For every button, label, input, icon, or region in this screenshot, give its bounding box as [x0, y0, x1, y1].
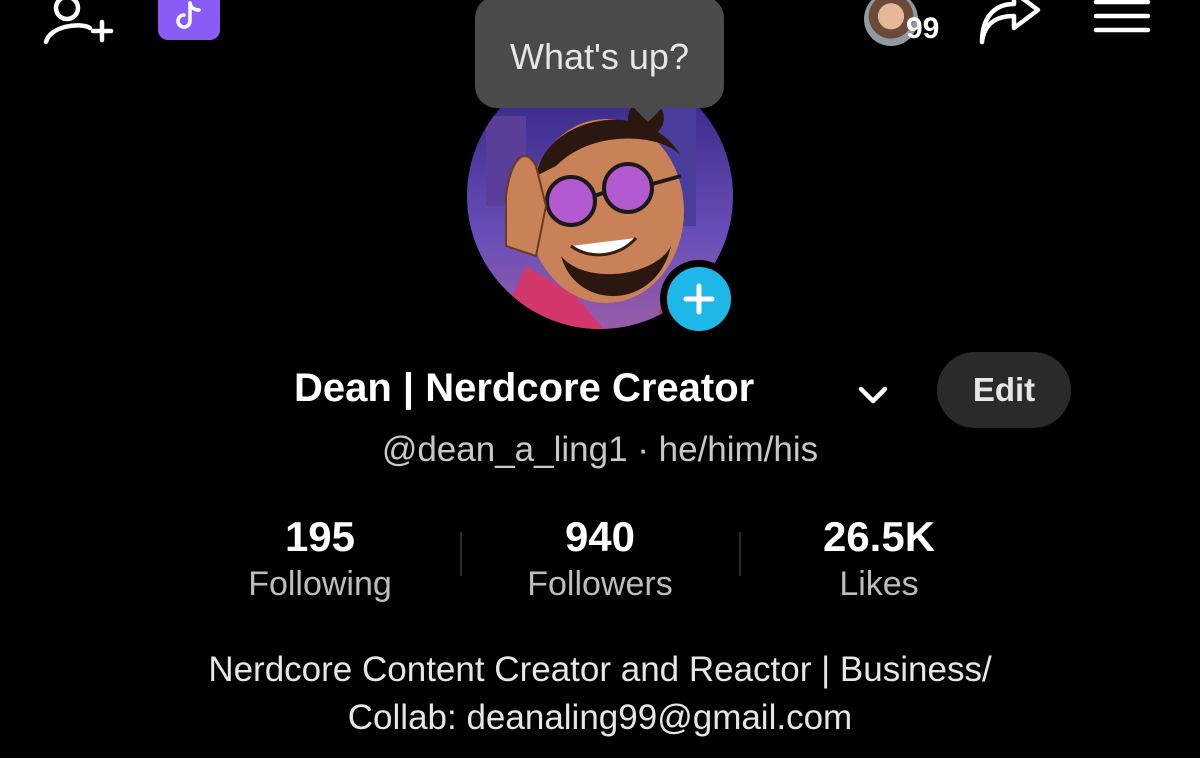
edit-profile-button[interactable]: Edit: [937, 352, 1071, 428]
chevron-down-icon[interactable]: [856, 378, 890, 412]
bio: Nerdcore Content Creator and Reactor | B…: [0, 646, 1200, 742]
menu-icon[interactable]: [1092, 0, 1152, 40]
add-story-button[interactable]: [660, 260, 738, 338]
notification-count-badge: 99: [906, 12, 940, 45]
status-tooltip[interactable]: What's up?: [475, 0, 724, 108]
stat-label: Likes: [839, 565, 919, 603]
username-pronouns: @dean_a_ling1 · he/him/his: [381, 430, 819, 469]
display-name[interactable]: Dean | Nerdcore Creator: [294, 366, 754, 411]
plus-icon: [683, 283, 715, 315]
add-friend-icon[interactable]: [40, 0, 120, 48]
bio-line: Nerdcore Content Creator and Reactor | B…: [208, 650, 992, 689]
stat-value: 940: [564, 513, 636, 560]
stat-value: 26.5K: [822, 513, 936, 560]
share-icon[interactable]: [972, 0, 1048, 52]
tiktok-badge-icon[interactable]: [158, 0, 220, 40]
stat-label: Followers: [527, 565, 673, 603]
stat-divider: [460, 532, 462, 576]
stat-followers[interactable]: 940 Followers: [470, 512, 730, 606]
stat-following[interactable]: 195 Following: [190, 512, 450, 606]
tooltip-tail: [630, 104, 666, 122]
stat-value: 195: [284, 513, 356, 560]
bio-line: Collab: deanaling99@gmail.com: [347, 698, 853, 737]
stat-divider: [739, 532, 741, 576]
stat-likes[interactable]: 26.5K Likes: [749, 512, 1009, 606]
stat-label: Following: [248, 565, 392, 603]
tooltip-text: What's up?: [510, 36, 689, 77]
